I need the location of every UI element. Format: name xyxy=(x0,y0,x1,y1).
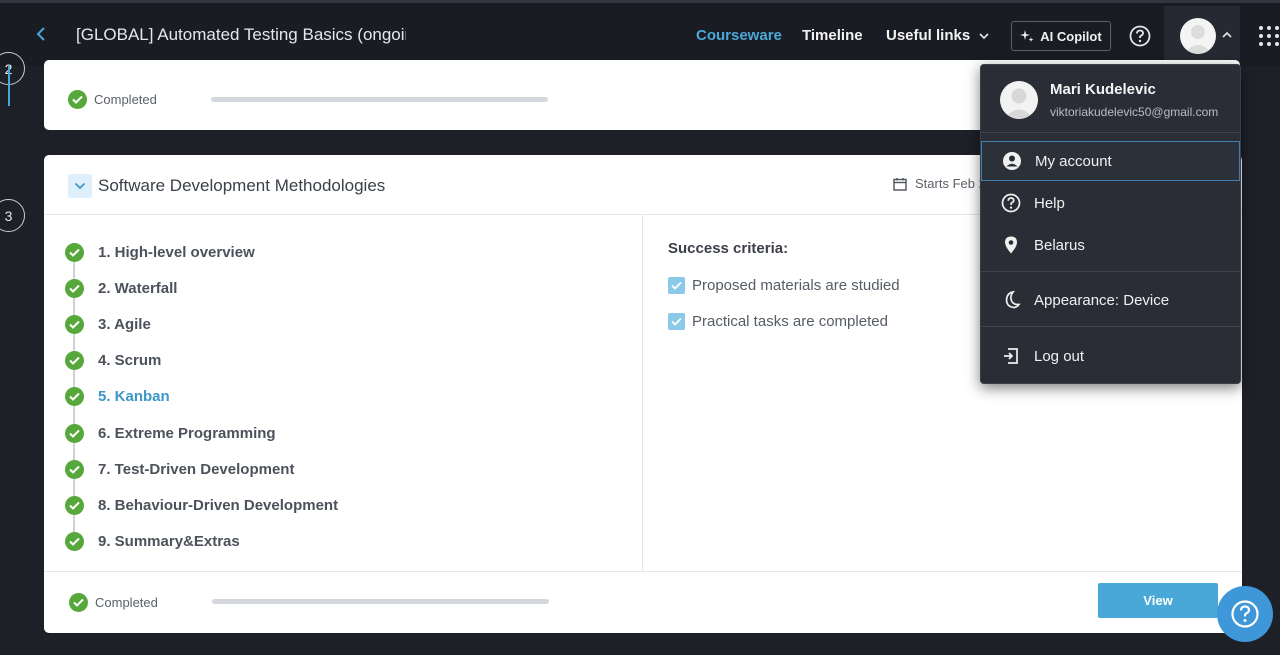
module-start-date: Starts Feb 2 xyxy=(893,176,986,191)
menu-item-label: Log out xyxy=(1034,347,1085,365)
check-circle-icon xyxy=(65,495,84,515)
check-circle-icon xyxy=(65,459,84,479)
checkbox-checked-icon xyxy=(668,277,685,294)
lesson-label: 9. Summary&Extras xyxy=(98,532,240,550)
location-pin-icon xyxy=(1005,236,1017,254)
moon-icon xyxy=(1005,290,1021,309)
floating-help-button[interactable] xyxy=(1217,586,1273,642)
lesson-label: 7. Test-Driven Development xyxy=(98,460,295,478)
criterion-label: Practical tasks are completed xyxy=(692,313,888,330)
check-circle-icon xyxy=(65,387,84,407)
check-circle-icon xyxy=(65,351,84,371)
start-date-text: Starts Feb 2 xyxy=(915,176,986,191)
menu-divider xyxy=(981,132,1240,133)
lesson-label: 8. Behaviour-Driven Development xyxy=(98,496,339,514)
menu-item-label: Belarus xyxy=(1034,236,1085,254)
check-circle-icon xyxy=(65,315,84,335)
lesson-item[interactable]: 1. High-level overview xyxy=(65,243,255,262)
lesson-label: 2. Waterfall xyxy=(98,280,178,298)
menu-item-label: My account xyxy=(1035,152,1112,170)
criterion-label: Proposed materials are studied xyxy=(692,277,900,294)
logout-icon xyxy=(1004,348,1018,364)
help-question-icon xyxy=(1231,600,1259,628)
menu-divider xyxy=(981,326,1240,327)
avatar xyxy=(1000,81,1038,119)
step-marker-3: 3 xyxy=(0,199,25,232)
avatar xyxy=(1180,18,1216,54)
lesson-item[interactable]: 3. Agile xyxy=(65,315,151,335)
success-criteria-title: Success criteria: xyxy=(668,240,789,257)
lesson-item[interactable]: 5. Kanban xyxy=(65,387,170,407)
ai-copilot-label: AI Copilot xyxy=(1040,28,1102,44)
check-circle-icon xyxy=(65,279,84,299)
menu-item-my-account[interactable]: My account xyxy=(981,141,1240,181)
ai-copilot-button[interactable]: AI Copilot xyxy=(1011,21,1111,51)
lesson-item[interactable]: 2. Waterfall xyxy=(65,279,178,299)
check-circle-icon xyxy=(65,243,84,262)
check-circle-icon xyxy=(68,90,87,109)
lesson-label: 4. Scrum xyxy=(98,352,162,370)
back-chevron-icon[interactable] xyxy=(34,25,52,45)
collapse-button[interactable] xyxy=(68,174,92,198)
module-status: Completed xyxy=(68,90,157,109)
check-circle-icon xyxy=(65,423,84,443)
menu-item-label: Help xyxy=(1034,194,1065,212)
lesson-label: 3. Agile xyxy=(98,316,151,334)
tab-courseware[interactable]: Courseware xyxy=(696,27,782,44)
lesson-item[interactable]: 7. Test-Driven Development xyxy=(65,459,295,479)
step-connector xyxy=(8,66,10,106)
user-menu: Mari Kudelevic viktoriakudelevic50@gmail… xyxy=(980,64,1241,384)
user-email: viktoriakudelevic50@gmail.com xyxy=(1050,105,1219,119)
view-button[interactable]: View xyxy=(1098,583,1218,618)
useful-links-label: Useful links xyxy=(886,27,971,44)
progress-bar xyxy=(212,599,549,604)
module-title: Software Development Methodologies xyxy=(98,176,386,195)
column-divider xyxy=(642,215,643,571)
menu-divider xyxy=(981,271,1240,272)
chevron-up-icon xyxy=(1222,31,1232,38)
menu-item-appearance[interactable]: Appearance: Device xyxy=(981,280,1240,320)
lesson-item[interactable]: 8. Behaviour-Driven Development xyxy=(65,495,339,515)
lesson-item[interactable]: 9. Summary&Extras xyxy=(65,531,240,551)
lesson-label: 1. High-level overview xyxy=(98,244,255,261)
menu-item-logout[interactable]: Log out xyxy=(981,336,1240,376)
checkbox-checked-icon xyxy=(668,313,685,330)
top-navigation-bar: [GLOBAL] Automated Testing Basics (ongoi… xyxy=(0,0,1280,69)
help-question-icon[interactable] xyxy=(1129,25,1151,47)
module-status: Completed xyxy=(69,593,158,612)
progress-bar xyxy=(211,97,548,102)
check-circle-icon xyxy=(65,531,84,551)
help-question-icon xyxy=(1001,193,1021,213)
check-circle-icon xyxy=(69,593,88,612)
menu-item-label: Appearance: Device xyxy=(1034,291,1170,309)
status-label: Completed xyxy=(95,595,158,610)
chevron-down-icon xyxy=(74,182,86,190)
status-label: Completed xyxy=(94,92,157,107)
criterion-item: Proposed materials are studied xyxy=(668,277,900,294)
apps-grid-icon[interactable] xyxy=(1258,25,1280,47)
user-circle-icon xyxy=(1003,152,1021,170)
course-title: [GLOBAL] Automated Testing Basics (ongoi… xyxy=(76,25,406,44)
sparkle-icon xyxy=(1020,30,1034,42)
calendar-icon xyxy=(893,177,907,191)
useful-links-dropdown[interactable]: Useful links xyxy=(886,27,989,44)
menu-item-location[interactable]: Belarus xyxy=(981,225,1240,265)
lesson-label: 6. Extreme Programming xyxy=(98,424,276,442)
lesson-item[interactable]: 6. Extreme Programming xyxy=(65,423,276,443)
lesson-item[interactable]: 4. Scrum xyxy=(65,351,162,371)
lesson-label: 5. Kanban xyxy=(98,388,170,406)
menu-item-help[interactable]: Help xyxy=(981,183,1240,223)
criterion-item: Practical tasks are completed xyxy=(668,313,888,330)
chevron-down-icon xyxy=(979,32,989,39)
footer-divider xyxy=(44,571,1242,572)
user-name: Mari Kudelevic xyxy=(1050,81,1156,98)
tab-timeline[interactable]: Timeline xyxy=(802,27,863,44)
